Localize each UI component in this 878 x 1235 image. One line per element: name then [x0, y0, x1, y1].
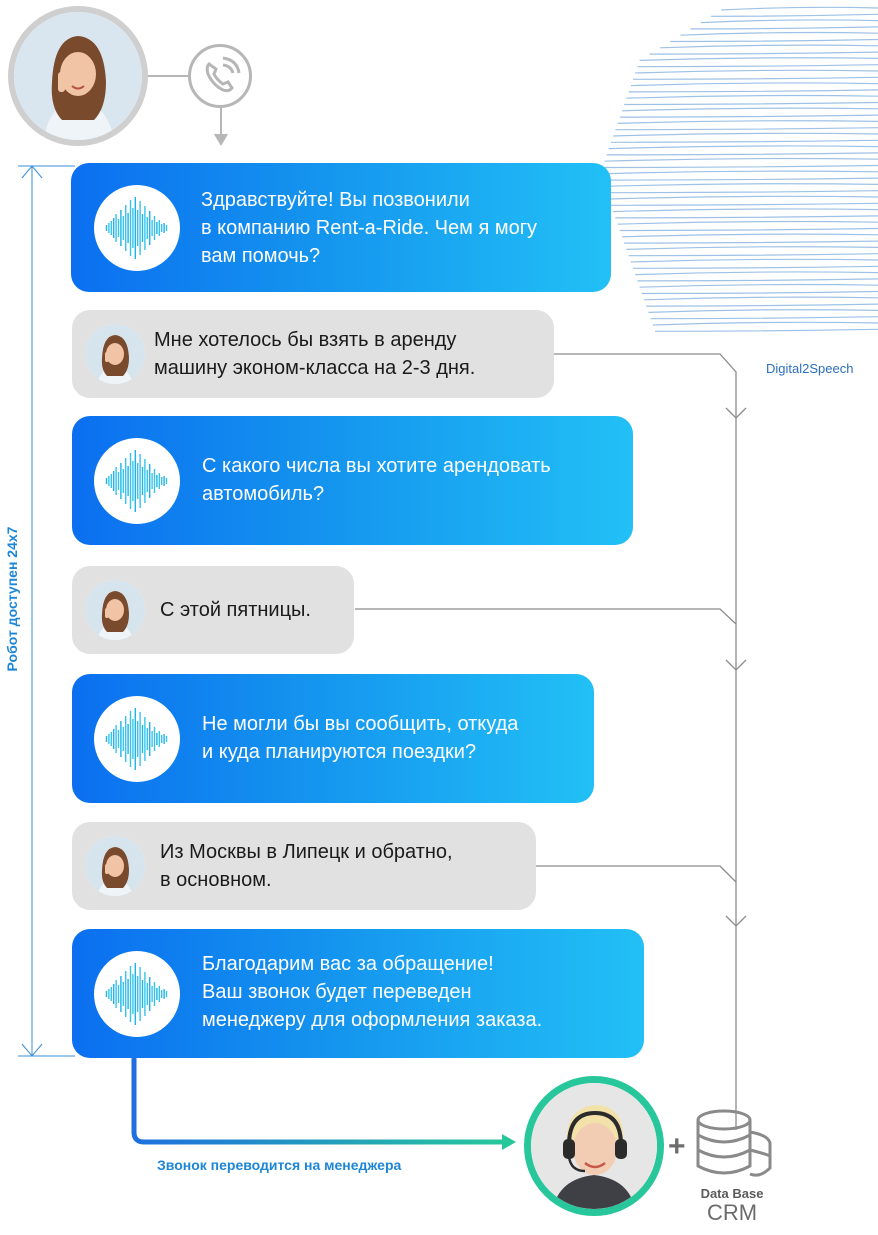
transfer-line: [131, 1058, 516, 1150]
database-label: Data Base CRM: [692, 1186, 772, 1225]
user-message-2: С этой пятницы.: [72, 566, 354, 654]
plus-icon: +: [668, 1130, 686, 1163]
database-icon: [694, 1108, 774, 1189]
bot-message-text: Не могли бы вы сообщить, откуда и куда пл…: [202, 713, 519, 763]
user-message-1: Мне хотелось бы взять в аренду машину эко…: [72, 310, 554, 398]
sound-wave-icon: [94, 185, 180, 271]
bot-message-text: С какого числа вы хотите арендовать автом…: [202, 455, 551, 505]
database-title: Data Base: [700, 1186, 764, 1201]
bot-message-3: Не могли бы вы сообщить, откуда и куда пл…: [72, 674, 594, 803]
bot-message-text: Здравствуйте! Вы позвонили в компанию Ren…: [201, 189, 538, 267]
brand-label: Digital2Speech: [766, 361, 854, 376]
robot-head-illustration: [599, 6, 878, 332]
user-message-text: Из Москвы в Липецк и обратно, в основном.: [160, 841, 453, 891]
user-message-3: Из Москвы в Липецк и обратно, в основном.: [72, 822, 536, 910]
sound-wave-icon: [94, 438, 180, 524]
phone-icon: [188, 44, 252, 108]
user-avatar: [85, 836, 145, 896]
user-avatar: [85, 580, 145, 640]
bot-message-text: Благодарим вас за обращение! Ваш звонок б…: [202, 953, 543, 1031]
crm-label: CRM: [706, 1200, 758, 1225]
sound-wave-icon: [94, 951, 180, 1037]
availability-label: Робот доступен 24x7: [4, 526, 20, 672]
transfer-label: Звонок переводится на менеджера: [157, 1157, 402, 1173]
bot-message-2: С какого числа вы хотите арендовать автом…: [72, 416, 633, 545]
manager-avatar: [524, 1076, 664, 1216]
user-message-text: Мне хотелось бы взять в аренду машину эко…: [154, 329, 476, 379]
caller-avatar: [8, 6, 148, 146]
user-message-text: С этой пятницы.: [160, 599, 311, 621]
user-avatar: [85, 324, 145, 384]
availability-bracket: [18, 165, 75, 1057]
sound-wave-icon: [94, 696, 180, 782]
bot-message-1: Здравствуйте! Вы позвонили в компанию Ren…: [71, 163, 611, 292]
bot-message-4: Благодарим вас за обращение! Ваш звонок б…: [72, 929, 644, 1058]
